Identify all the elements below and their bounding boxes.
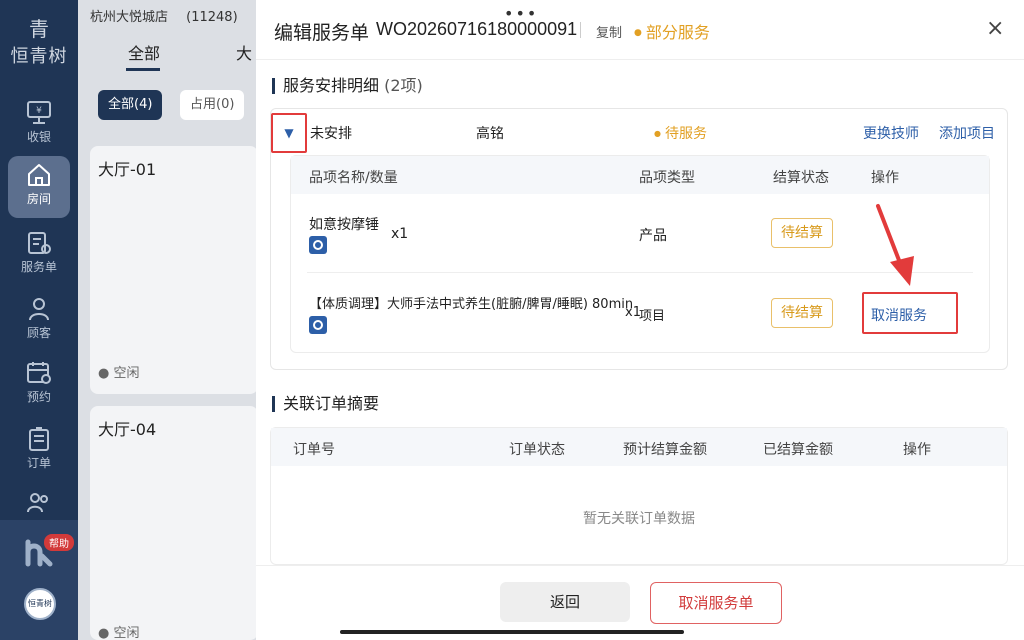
cancel-service-highlight <box>862 292 958 334</box>
item-name: 【体质调理】大师手法中式养生(脏腑/脾胃/睡眠) 80min <box>309 297 634 312</box>
sidebar-item-label: 顾客 <box>26 326 51 340</box>
pay-status-badge: 待结算 <box>771 218 833 248</box>
table-header: 品项名称/数量 品项类型 结算状态 操作 <box>291 156 989 194</box>
col-header: 订单状态 <box>509 442 565 458</box>
item-type: 产品 <box>639 228 667 244</box>
item-qty: x1 <box>391 226 409 242</box>
help-badge[interactable]: 帮助 <box>44 534 74 551</box>
empty-state-text: 暂无关联订单数据 <box>583 511 695 527</box>
col-header: 订单号 <box>293 442 335 458</box>
order-number: WO20260716180000091 <box>376 19 578 39</box>
sidebar-item-cashier[interactable]: ¥ 收银 <box>8 94 70 156</box>
sidebar-item-label: 收银 <box>26 130 51 144</box>
cancel-order-button[interactable]: 取消服务单 <box>650 582 782 624</box>
item-name: 如意按摩锤 <box>309 217 379 233</box>
sidebar-item-rooms[interactable]: 房间 <box>8 156 70 218</box>
sidebar-item-label: 房间 <box>26 192 51 206</box>
group-room-name: 未安排 <box>310 126 352 142</box>
tab-all[interactable]: 全部 <box>128 40 160 64</box>
store-name-text: 杭州大悦城店 <box>90 10 169 25</box>
service-section-title: 服务安排明细 (2项) <box>272 78 423 94</box>
col-header: 操作 <box>871 170 899 186</box>
filter-all-button[interactable]: 全部(4) <box>98 90 163 120</box>
close-icon[interactable]: × <box>986 16 1004 41</box>
drawer-header: 编辑服务单 WO20260716180000091 复制 部分服务 × <box>256 0 1024 60</box>
active-tab-indicator <box>126 68 160 71</box>
chevron-down-icon[interactable]: ▼ <box>271 113 307 153</box>
back-button[interactable]: 返回 <box>500 582 630 622</box>
service-order-icon <box>28 232 51 254</box>
sidebar-item-appointments[interactable]: 预约 <box>8 354 70 416</box>
svg-text:¥: ¥ <box>36 106 42 116</box>
home-indicator[interactable] <box>340 630 684 634</box>
sidebar-item-service-orders[interactable]: 服务单 <box>8 224 70 286</box>
cashier-icon: ¥ <box>27 101 51 124</box>
sidebar-item-label: 预约 <box>26 390 51 404</box>
logo-mark: 青 <box>29 17 49 41</box>
logo-text: 恒青树 <box>10 46 68 67</box>
room-card-status: ● 空闲 <box>98 626 140 640</box>
service-item-icon <box>309 316 327 334</box>
calendar-icon <box>27 362 51 384</box>
product-icon <box>309 236 327 254</box>
group-icon <box>27 493 48 513</box>
related-section-title: 关联订单摘要 <box>272 396 379 412</box>
sidebar-item-label: 服务单 <box>20 260 57 274</box>
filter-occupied-button[interactable]: 占用(0) <box>180 90 245 120</box>
sidebar-item-staff[interactable] <box>8 484 70 520</box>
sidebar-item-customers[interactable]: 顾客 <box>8 290 70 352</box>
col-header: 结算状态 <box>773 170 829 186</box>
edit-service-order-drawer: ••• 编辑服务单 WO20260716180000091 复制 部分服务 × … <box>256 0 1024 640</box>
divider <box>580 22 581 38</box>
group-technician: 高铭 <box>476 126 504 142</box>
tab-hall[interactable]: 大 <box>236 40 252 64</box>
room-card[interactable]: 大厅-04 ● 空闲 <box>90 406 258 640</box>
add-item-link[interactable]: 添加项目 <box>939 123 995 143</box>
store-code: (11248) <box>186 10 238 25</box>
related-orders-table: 订单号 订单状态 预计结算金额 已结算金额 操作 暂无关联订单数据 <box>270 427 1008 565</box>
room-card-title: 大厅-01 <box>98 160 157 179</box>
col-header: 操作 <box>903 442 931 458</box>
change-technician-link[interactable]: 更换技师 <box>863 123 919 143</box>
copy-button[interactable]: 复制 <box>596 22 622 41</box>
home-icon <box>28 164 50 186</box>
col-header: 已结算金额 <box>763 442 833 458</box>
pay-status-badge: 待结算 <box>771 298 833 328</box>
table-header: 订单号 订单状态 预计结算金额 已结算金额 操作 <box>271 428 1007 466</box>
order-icon <box>29 427 49 451</box>
avatar[interactable]: 恒青树 <box>24 588 56 620</box>
col-header: 品项类型 <box>639 170 695 186</box>
brand-logo: 青 恒青树 <box>0 18 78 68</box>
room-card-status: ● 空闲 <box>98 366 140 381</box>
col-header: 预计结算金额 <box>623 442 707 458</box>
col-header: 品项名称/数量 <box>309 170 398 186</box>
sidebar-item-orders[interactable]: 订单 <box>8 420 70 482</box>
sidebar-item-label: 订单 <box>26 456 51 470</box>
store-name: 杭州大悦城店 (11248) <box>90 6 238 25</box>
room-card-title: 大厅-04 <box>98 420 157 439</box>
item-type: 项目 <box>639 309 666 324</box>
drawer-footer <box>256 565 1024 640</box>
sidebar: 青 恒青树 ¥ 收银 房间 服务单 顾客 预约 订单 帮助 恒青树 <box>0 0 78 640</box>
drawer-title: 编辑服务单 <box>274 22 370 44</box>
group-status: 待服务 <box>654 123 707 143</box>
customer-icon <box>29 298 49 321</box>
pointer-arrow-icon <box>876 204 914 286</box>
order-status-badge: 部分服务 <box>634 19 710 43</box>
room-card[interactable]: 大厅-01 ● 空闲 <box>90 146 258 394</box>
